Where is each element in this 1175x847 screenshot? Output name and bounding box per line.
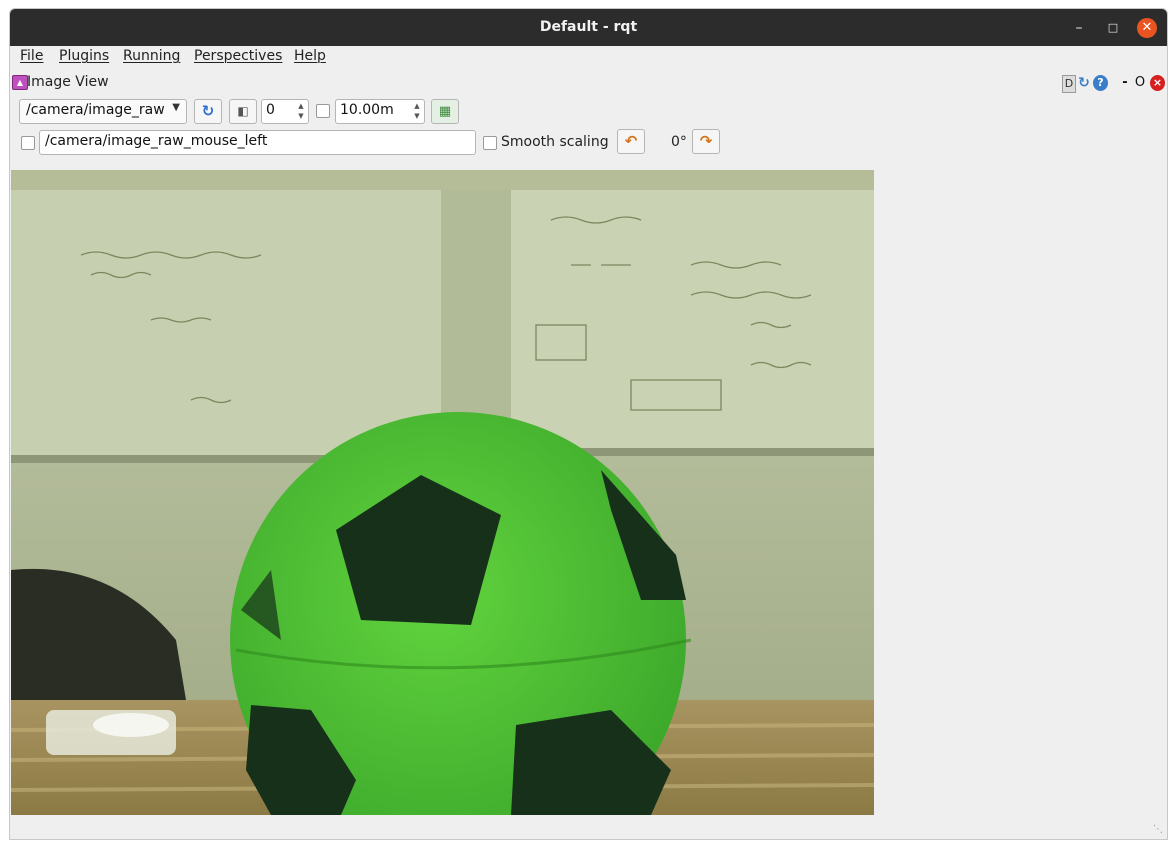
rotation-angle-label: 0°: [671, 134, 687, 150]
publish-mouse-checkbox[interactable]: [21, 136, 35, 150]
float-plugin-button[interactable]: O: [1134, 75, 1146, 91]
help-icon[interactable]: ?: [1093, 75, 1108, 91]
dock-toggle-button[interactable]: D: [1062, 75, 1076, 93]
minimize-plugin-button[interactable]: -: [1120, 75, 1130, 91]
menu-help[interactable]: Help: [294, 48, 326, 64]
frame-spinbox-value: 0: [266, 102, 275, 118]
frame-spinbox[interactable]: 0 ▲ ▼: [261, 99, 309, 124]
spinbox-arrows-icon[interactable]: ▲ ▼: [412, 101, 422, 121]
refresh-topics-icon[interactable]: ↻: [194, 99, 222, 124]
enable-timeout-checkbox[interactable]: [316, 104, 330, 118]
maximize-window-button[interactable]: □: [1103, 18, 1123, 38]
camera-frame-image: [11, 170, 874, 815]
lock-zoom-icon[interactable]: ◧: [229, 99, 257, 124]
plugin-title: Image View: [27, 74, 109, 90]
mouse-topic-input[interactable]: /camera/image_raw_mouse_left: [39, 130, 476, 155]
reload-plugin-icon[interactable]: ↻: [1077, 75, 1091, 91]
image-view-plugin-icon: ▲: [12, 75, 28, 90]
spinbox-arrows-icon[interactable]: ▲ ▼: [296, 101, 306, 121]
topic-select-value: /camera/image_raw: [26, 102, 165, 118]
chevron-down-icon: ▼: [172, 102, 180, 113]
mouse-topic-value: /camera/image_raw_mouse_left: [45, 133, 268, 149]
topic-select[interactable]: /camera/image_raw ▼: [19, 99, 187, 124]
rotate-left-icon[interactable]: ↶: [617, 129, 645, 154]
rotate-right-icon[interactable]: ↷: [692, 129, 720, 154]
plugin-header: ▲ Image View D ↻ ? - O ×: [10, 71, 1167, 93]
menu-file[interactable]: File: [20, 48, 43, 64]
title-bar[interactable]: Default - rqt – □ ✕: [10, 9, 1167, 46]
menu-plugins[interactable]: Plugins: [59, 48, 109, 64]
smooth-scaling-label: Smooth scaling: [501, 134, 609, 150]
close-plugin-icon[interactable]: ×: [1150, 75, 1165, 91]
window-title: Default - rqt: [539, 19, 638, 35]
minimize-window-button[interactable]: –: [1069, 18, 1089, 38]
close-window-button[interactable]: ✕: [1137, 18, 1157, 38]
smooth-scaling-checkbox[interactable]: [483, 136, 497, 150]
menu-perspectives[interactable]: Perspectives: [194, 48, 282, 64]
timeout-spinbox-value: 10.00m: [340, 102, 394, 118]
rqt-window: Default - rqt – □ ✕ File Plugins Running…: [9, 8, 1168, 840]
camera-image-view[interactable]: [11, 170, 874, 815]
menu-running[interactable]: Running: [123, 48, 180, 64]
menu-bar: File Plugins Running Perspectives Help: [10, 46, 1167, 68]
resize-grip-icon[interactable]: ⋱: [1153, 824, 1163, 835]
save-image-icon[interactable]: ▦: [431, 99, 459, 124]
timeout-spinbox[interactable]: 10.00m ▲ ▼: [335, 99, 425, 124]
